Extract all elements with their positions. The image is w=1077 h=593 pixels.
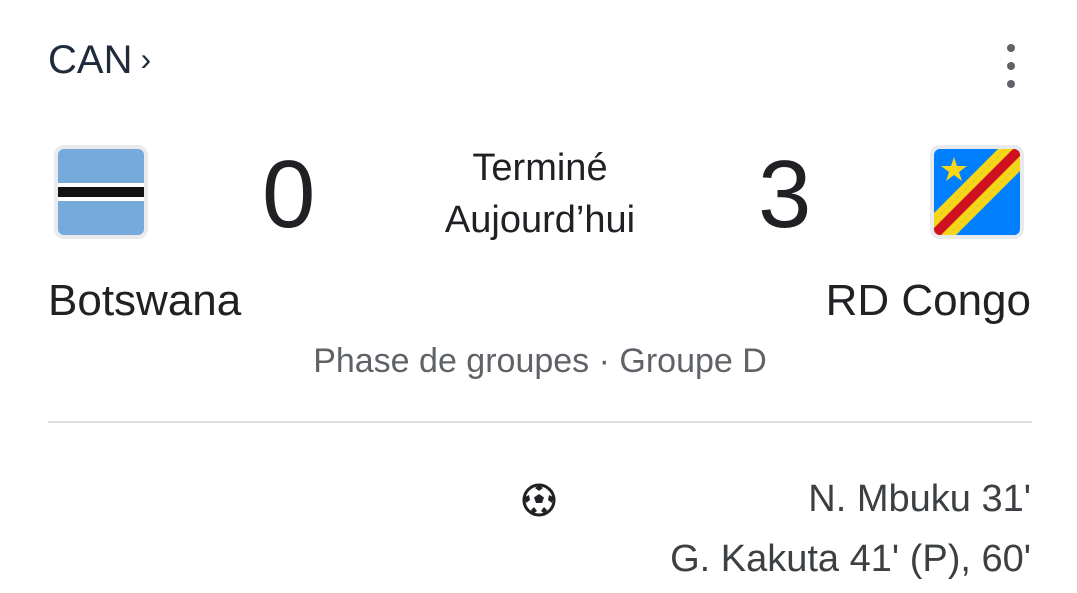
dr-congo-flag-icon[interactable] [930, 145, 1024, 239]
match-phase: Phase de groupes · Groupe D [313, 342, 767, 380]
more-vert-icon[interactable] [994, 44, 1028, 88]
divider [48, 421, 1032, 423]
competition-link[interactable]: CAN › [48, 38, 151, 83]
home-team-name[interactable]: Botswana [48, 276, 241, 326]
goal-scorer: G. Kakuta 41' (P), 60' [670, 538, 1031, 580]
goal-scorer: N. Mbuku 31' [808, 478, 1031, 520]
match-status: Terminé Aujourd’hui [400, 142, 680, 246]
away-score: 3 [758, 141, 812, 248]
match-date: Aujourd’hui [444, 199, 636, 241]
chevron-right-icon: › [140, 41, 152, 77]
botswana-flag-icon[interactable] [54, 145, 148, 239]
away-team-name[interactable]: RD Congo [826, 276, 1031, 326]
soccer-ball-icon [522, 483, 556, 517]
status-text: Terminé [472, 147, 608, 189]
competition-label: CAN [48, 38, 133, 82]
home-score: 0 [262, 141, 316, 248]
